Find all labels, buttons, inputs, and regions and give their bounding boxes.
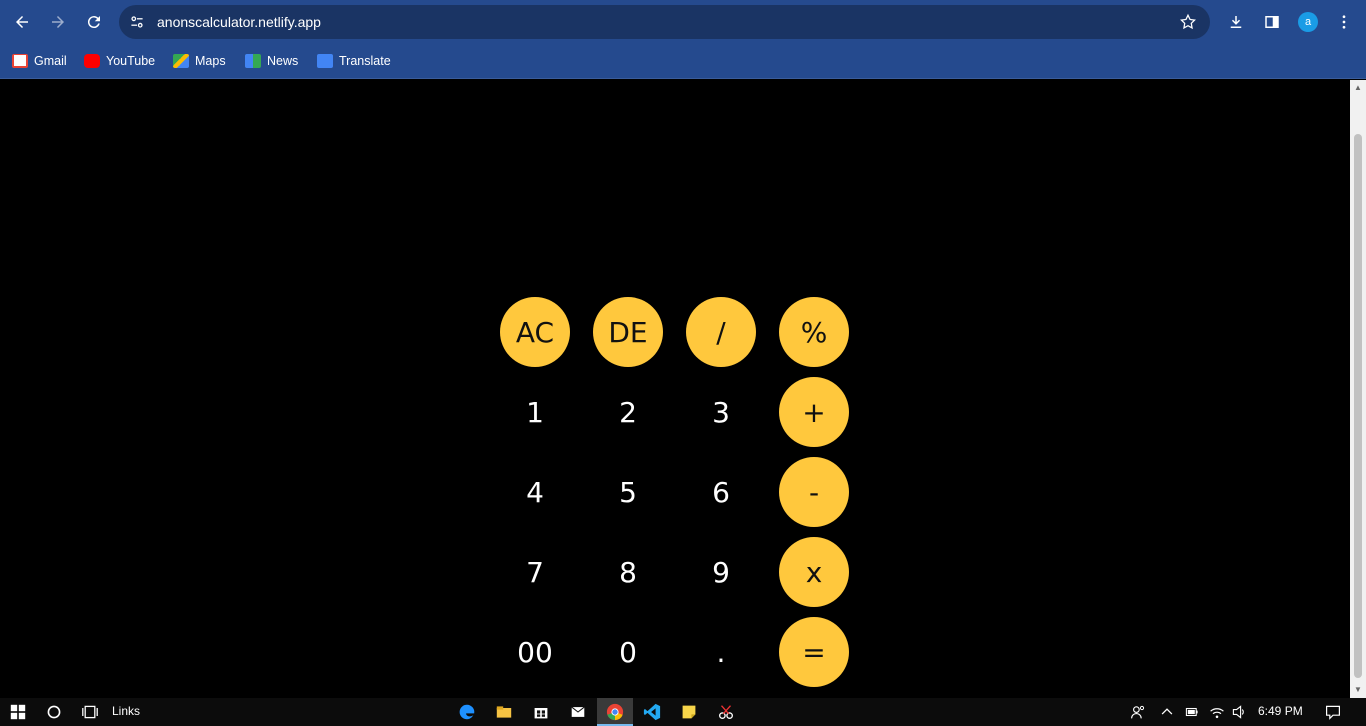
maps-icon xyxy=(173,54,189,68)
add-button[interactable]: + xyxy=(779,377,849,447)
chevron-up-icon[interactable] xyxy=(1157,702,1177,722)
cortana-search-icon[interactable] xyxy=(44,702,64,722)
snipping-tool-icon[interactable] xyxy=(716,702,736,722)
page-scrollbar[interactable]: ▲ ▼ xyxy=(1350,80,1366,698)
bookmark-gmail[interactable]: Gmail xyxy=(12,52,67,70)
digit-4-button[interactable]: 4 xyxy=(500,457,570,527)
reload-button[interactable] xyxy=(80,8,108,36)
chrome-icon[interactable] xyxy=(605,702,625,722)
windows-taskbar: Links 6:49 PM xyxy=(0,698,1366,726)
divide-button[interactable]: / xyxy=(686,297,756,367)
back-button[interactable] xyxy=(8,8,36,36)
digit-9-button[interactable]: 9 xyxy=(686,537,756,607)
task-view-icon[interactable] xyxy=(80,702,100,722)
double-zero-button[interactable]: 00 xyxy=(500,617,570,687)
gmail-icon xyxy=(12,54,28,68)
bookmark-star-icon[interactable] xyxy=(1178,12,1198,32)
bookmark-news[interactable]: News xyxy=(245,52,298,70)
scroll-down-icon[interactable]: ▼ xyxy=(1354,686,1362,694)
calculator-keypad: AC DE /% 1 2 3 +4 5 6-7 8 9 x 00 0. = xyxy=(0,80,1350,698)
percent-button[interactable]: % xyxy=(779,297,849,367)
vscode-icon[interactable] xyxy=(642,702,662,722)
profile-avatar[interactable]: a xyxy=(1298,12,1318,32)
digit-0-button[interactable]: 0 xyxy=(593,617,663,687)
bookmark-label: YouTube xyxy=(106,54,156,68)
bookmark-label: News xyxy=(267,54,299,68)
site-settings-icon[interactable] xyxy=(127,12,147,32)
all-clear-button[interactable]: AC xyxy=(500,297,570,367)
page-viewport: AC DE /% 1 2 3 +4 5 6-7 8 9 x 00 0. = xyxy=(0,80,1350,698)
bookmark-label: Gmail xyxy=(34,54,67,68)
side-panel-icon xyxy=(1265,16,1279,28)
kebab-menu-icon xyxy=(1342,15,1346,29)
taskbar-clock[interactable]: 6:49 PM xyxy=(1258,704,1303,718)
bookmarks-bar: Gmail YouTube Maps News Translate xyxy=(0,44,1366,79)
digit-6-button[interactable]: 6 xyxy=(686,457,756,527)
links-toolbar[interactable]: Links xyxy=(112,704,140,718)
delete-button[interactable]: DE xyxy=(593,297,663,367)
subtract-button[interactable]: - xyxy=(779,457,849,527)
address-bar[interactable]: anonscalculator.netlify.app xyxy=(119,5,1210,39)
windows-start-icon[interactable] xyxy=(8,702,28,722)
digit-1-button[interactable]: 1 xyxy=(500,377,570,447)
file-explorer-icon[interactable] xyxy=(494,702,514,722)
decimal-button[interactable]: . xyxy=(686,617,756,687)
browser-menu-button[interactable] xyxy=(1330,8,1358,36)
bookmark-maps[interactable]: Maps xyxy=(173,52,226,70)
bookmark-translate[interactable]: Translate xyxy=(317,52,391,70)
scroll-up-icon[interactable]: ▲ xyxy=(1354,84,1362,92)
forward-button[interactable] xyxy=(44,8,72,36)
mail-icon[interactable] xyxy=(568,702,588,722)
url-text[interactable]: anonscalculator.netlify.app xyxy=(157,14,321,30)
digit-8-button[interactable]: 8 xyxy=(593,537,663,607)
forward-arrow-icon xyxy=(52,16,64,28)
edge-icon[interactable] xyxy=(457,702,477,722)
equals-button[interactable]: = xyxy=(779,617,849,687)
reload-icon xyxy=(87,16,100,29)
downloads-button[interactable] xyxy=(1222,8,1250,36)
youtube-icon xyxy=(84,54,100,68)
bookmark-youtube[interactable]: YouTube xyxy=(84,52,155,70)
volume-icon[interactable] xyxy=(1229,702,1249,722)
browser-toolbar: anonscalculator.netlify.app a xyxy=(0,0,1366,44)
scrollbar-thumb[interactable] xyxy=(1354,134,1362,678)
digit-7-button[interactable]: 7 xyxy=(500,537,570,607)
digit-3-button[interactable]: 3 xyxy=(686,377,756,447)
bookmark-label: Maps xyxy=(195,54,226,68)
side-panel-button[interactable] xyxy=(1258,8,1286,36)
notification-center-icon[interactable] xyxy=(1323,702,1343,722)
translate-icon xyxy=(317,54,333,68)
digit-2-button[interactable]: 2 xyxy=(593,377,663,447)
bookmark-label: Translate xyxy=(339,54,391,68)
multiply-button[interactable]: x xyxy=(779,537,849,607)
people-icon[interactable] xyxy=(1128,702,1148,722)
battery-icon[interactable] xyxy=(1182,702,1202,722)
sticky-notes-icon[interactable] xyxy=(679,702,699,722)
wifi-icon[interactable] xyxy=(1207,702,1227,722)
back-arrow-icon xyxy=(16,16,28,28)
download-icon xyxy=(1230,16,1242,28)
news-icon xyxy=(245,54,261,68)
digit-5-button[interactable]: 5 xyxy=(593,457,663,527)
store-icon[interactable] xyxy=(531,702,551,722)
